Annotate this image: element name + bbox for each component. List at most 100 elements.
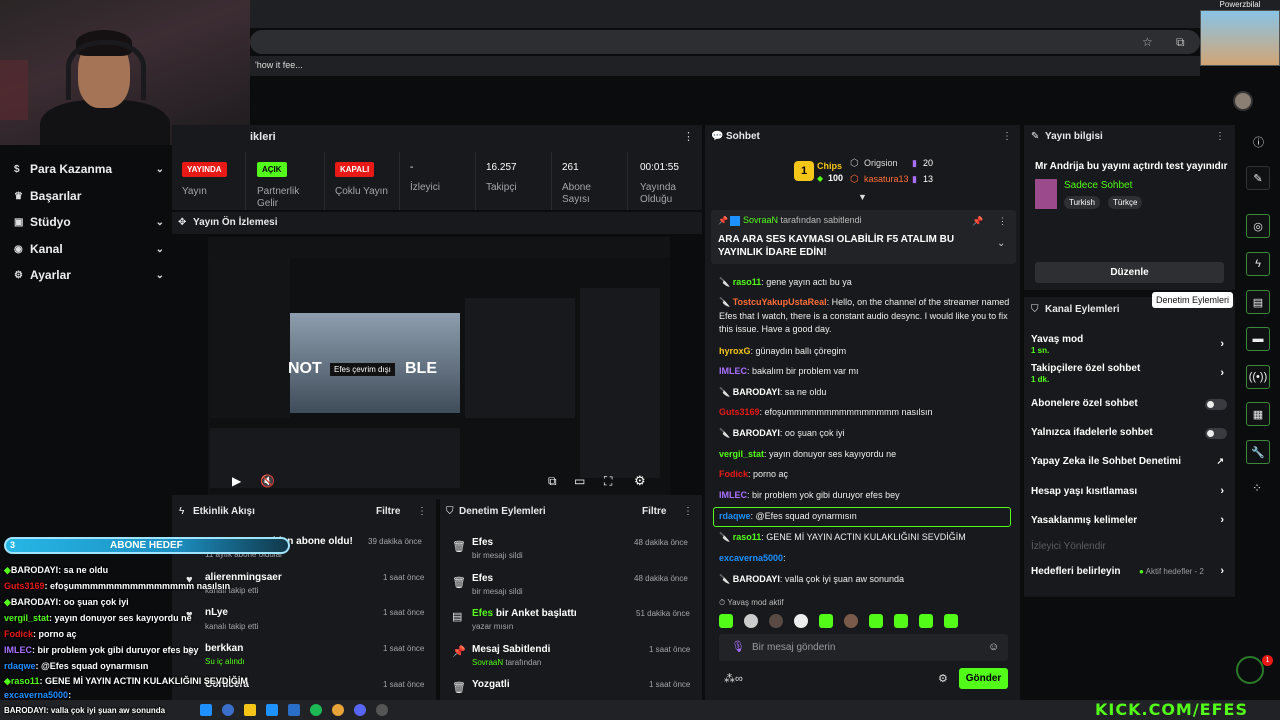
emote-icon[interactable] [819,614,833,628]
emote-icon[interactable] [894,614,908,628]
discord-icon[interactable] [354,704,366,716]
action-ai-moderation[interactable]: Yapay Zeka ile Sohbet Denetimi ↗ [1031,456,1227,470]
emote-icon[interactable] [719,614,733,628]
emotes-only-toggle[interactable] [1205,428,1227,439]
sidebar-item-settings[interactable]: ⚙ Ayarlar ⌄ [14,265,164,285]
chat-text: : yayın donuyor ses kayıyordu ne [764,449,897,459]
dots-icon[interactable]: ⁘ [1252,481,1262,495]
layout-icon[interactable]: ▦ [1246,402,1270,426]
action-slow-mode[interactable]: Yavaş mod 1 sn. › [1031,334,1227,356]
address-bar[interactable] [250,30,1200,54]
action-account-age[interactable]: Hesap yaşı kısıtlaması › [1031,485,1227,500]
chat-user[interactable]: BARODAYI [733,574,780,584]
info-icon[interactable]: ⓘ [1253,134,1264,150]
pin-icon: 📌 [452,646,466,658]
chevron-down-icon[interactable]: ⌄ [997,238,1005,249]
action-subs-only[interactable]: Abonelere özel sohbet [1031,398,1227,412]
expand-icon[interactable]: ▼ [858,192,867,202]
mod-row-time: 51 dakika önce [636,609,690,618]
stat-label: Partnerlik Gelir [257,186,300,208]
edit-icon[interactable]: ✎ [1246,166,1270,190]
action-banned-words[interactable]: Yasaklanmış kelimeler › [1031,514,1227,529]
windows-icon[interactable] [200,704,212,716]
sidebar-item-studio[interactable]: ▣ Stüdyo ⌄ [14,212,164,232]
chat-text: : efoşummmmmmmmmmmmmmm nasılsın [759,407,933,417]
emote-bar [719,612,1011,630]
filter-button[interactable]: Filtre [376,506,400,517]
more-icon[interactable]: ⋮ [1002,131,1012,142]
notification-icon[interactable] [1236,656,1264,684]
more-icon[interactable]: ⋮ [1215,131,1225,142]
wrench-icon[interactable]: 🔧 [1246,440,1270,464]
subs-only-toggle[interactable] [1205,399,1227,410]
send-button[interactable]: Gönder [959,668,1008,689]
chat-user[interactable]: Guts3169 [719,407,760,417]
folder-icon[interactable] [244,704,256,716]
bookmark-item[interactable]: 'how it fee... [255,60,303,70]
more-icon[interactable]: ⋮ [683,506,693,517]
badge-icon: 🔪 [719,428,733,438]
microphone-icon[interactable]: 🎙 [731,640,745,653]
chat-user[interactable]: IMLEC [719,366,747,376]
emote-icon[interactable] [794,614,808,628]
filter-button[interactable]: Filtre [642,506,666,517]
action-followers-only[interactable]: Takipçilere özel sohbet 1 dk. › [1031,363,1227,385]
app-icon[interactable] [266,704,278,716]
broadcast-icon[interactable]: ((•)) [1246,365,1270,389]
theater-icon[interactable]: ▭ [574,474,585,488]
settings-gear-icon[interactable]: ⚙ [634,473,646,489]
chat-user[interactable]: BARODAYI [733,387,780,397]
fullscreen-icon[interactable]: ⛶ [604,474,612,489]
sidebar-item-channel[interactable]: ◉ Kanal ⌄ [14,239,164,259]
action-emotes-only[interactable]: Yalnızca ifadelerle sohbet [1031,427,1227,441]
obs-icon[interactable] [376,704,388,716]
more-icon[interactable]: ⋮ [417,506,427,517]
edit-button[interactable]: Düzenle [1035,262,1224,283]
emote-icon[interactable] [769,614,783,628]
emoji-icon[interactable]: ☺ [988,641,999,653]
extensions-icon[interactable]: ⧉ [1176,35,1185,50]
target-icon[interactable]: ◎ [1246,214,1270,238]
more-icon[interactable]: ⋮ [998,216,1007,227]
bookmark-star-icon[interactable]: ☆ [1142,35,1153,49]
emote-icon[interactable] [744,614,758,628]
more-icon[interactable]: ⋮ [683,130,694,143]
unpin-icon[interactable]: 📌 [972,216,983,227]
mute-icon[interactable]: 🔇 [260,474,275,488]
chat-user[interactable]: hyroxG [719,346,751,356]
chat-user[interactable]: raso11 [733,277,762,287]
bolt-icon[interactable]: ϟ [1246,252,1270,276]
action-set-goals[interactable]: Hedefleri belirleyin ● Aktif hedefler - 2… [1031,565,1227,580]
chat-user[interactable]: IMLEC [719,490,747,500]
pip-icon[interactable]: ⧉ [548,474,557,489]
chat-bubble-icon[interactable]: ▬ [1246,327,1270,351]
chat-message: 🔪 raso11: gene yayın actı bu ya [719,276,1011,290]
category-name[interactable]: Sadece Sohbet [1064,180,1132,191]
sidebar-item-monetization[interactable]: $ Para Kazanma ⌄ [14,159,164,179]
chat-user[interactable]: vergil_stat [719,449,764,459]
chat-user[interactable]: TostcuYakupUstaReal [733,297,827,307]
chat-user[interactable]: Fodick [719,469,748,479]
spotify-icon[interactable] [310,704,322,716]
app-icon[interactable] [222,704,234,716]
chat-user[interactable]: raso11 [733,532,762,542]
sidebar-item-achievements[interactable]: ♛ Başarılar [14,186,164,206]
chat-user[interactable]: rdaqwe [719,511,751,521]
goals-status: ● Aktif hedefler - 2 [1139,567,1204,576]
pin-icon: 📌 [718,216,728,225]
chat-settings-icon[interactable]: ⚙ [938,672,948,685]
emote-icon[interactable] [919,614,933,628]
chat-user[interactable]: excaverna5000 [719,553,783,563]
chat-input[interactable]: Bir mesaj gönderin [752,642,835,653]
chrome-icon[interactable] [332,704,344,716]
user-avatar[interactable] [1233,91,1253,111]
mod-row-time: 48 dakika önce [634,574,688,583]
play-icon[interactable]: ▶ [232,474,241,488]
chat-user[interactable]: BARODAYI [733,428,780,438]
emote-icon[interactable] [844,614,858,628]
app-icon[interactable] [288,704,300,716]
clipboard-icon[interactable]: ▤ [1246,290,1270,314]
badge-icon: 🔪 [719,532,733,542]
emote-icon[interactable] [869,614,883,628]
emote-icon[interactable] [944,614,958,628]
